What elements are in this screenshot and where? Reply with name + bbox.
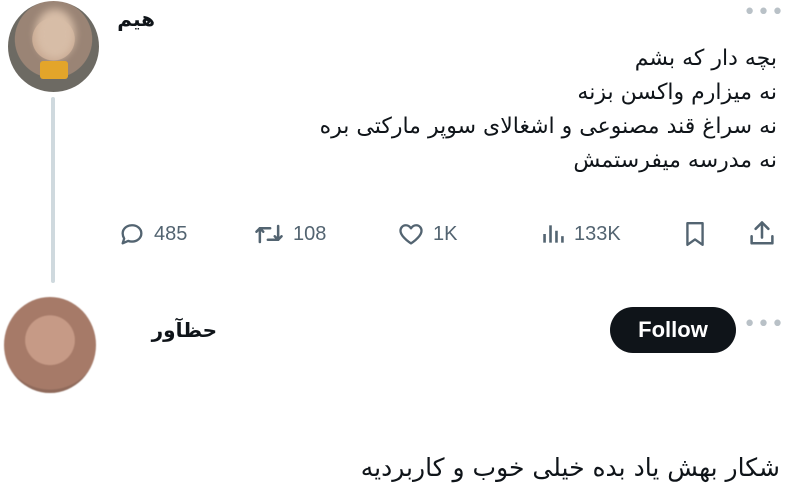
- like-button[interactable]: 1K: [397, 220, 457, 248]
- reply-text: شکار بهش یاد بده خیلی خوب و کاربردیه: [360, 453, 780, 482]
- tweet-line: نه سراغ قند مصنوعی و اشغالای سوپر مارکتی…: [319, 114, 777, 139]
- more-options-icon[interactable]: •••: [743, 314, 785, 336]
- avatar-face-blur: [35, 9, 75, 59]
- retweet-icon: [255, 224, 283, 244]
- bookmark-icon: [686, 221, 704, 247]
- reply-button[interactable]: 485: [118, 220, 187, 248]
- avatar[interactable]: [4, 297, 96, 393]
- follow-button[interactable]: Follow: [610, 307, 736, 353]
- views-count: 133K: [574, 222, 621, 245]
- views-icon: [543, 225, 564, 243]
- share-icon: [750, 221, 774, 245]
- share-button[interactable]: [748, 219, 776, 249]
- like-count: 1K: [433, 222, 458, 245]
- more-options-icon[interactable]: •••: [743, 2, 785, 24]
- author-name[interactable]: هیم: [117, 7, 155, 31]
- tweet-line: نه میزارم واکسن بزنه: [577, 80, 777, 105]
- avatar[interactable]: [8, 1, 99, 92]
- retweet-button[interactable]: 108: [253, 220, 326, 248]
- bookmark-button[interactable]: [682, 219, 708, 249]
- views-button[interactable]: 133K: [540, 220, 621, 248]
- avatar-object: [40, 61, 68, 79]
- thread-line: [51, 97, 55, 283]
- author-name[interactable]: حظآور: [152, 318, 217, 342]
- tweet-text: بچه دار که بشم نه میزارم واکسن بزنه نه س…: [97, 42, 777, 178]
- reply-count: 485: [154, 222, 188, 245]
- tweet-line: نه مدرسه میفرستمش: [573, 148, 777, 173]
- reply-icon: [121, 224, 143, 245]
- heart-icon: [399, 224, 423, 245]
- retweet-count: 108: [293, 222, 327, 245]
- tweet-line: بچه دار که بشم: [634, 46, 777, 71]
